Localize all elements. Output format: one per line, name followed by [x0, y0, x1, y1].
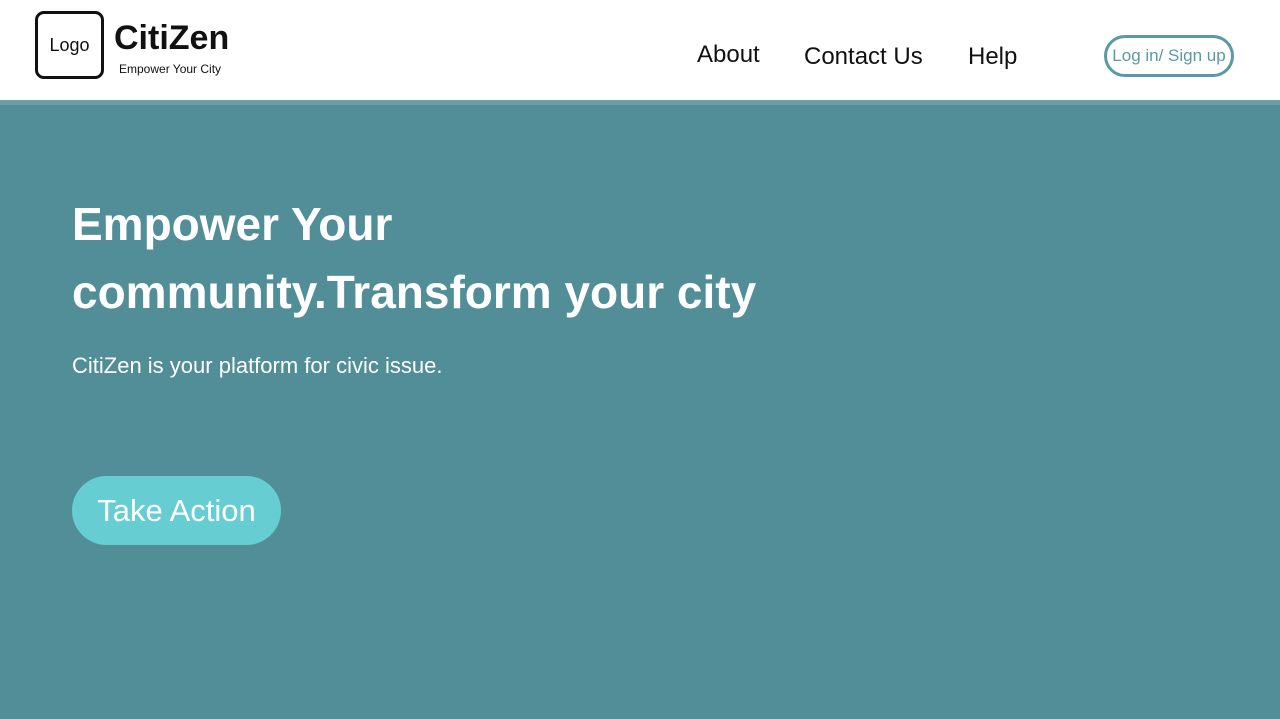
nav-link-contact-us[interactable]: Contact Us: [804, 43, 923, 71]
nav-link-about[interactable]: About: [697, 41, 760, 69]
hero-title-line-2: community.Transform your city: [72, 266, 757, 318]
take-action-button[interactable]: Take Action: [72, 476, 281, 545]
login-signup-label: Log in/ Sign up: [1112, 46, 1226, 65]
brand-name[interactable]: CitiZen: [114, 18, 229, 58]
hero-subtitle: CitiZen is your platform for civic issue…: [72, 353, 443, 378]
logo-placeholder-text: Logo: [49, 34, 90, 55]
nav-link-help[interactable]: Help: [968, 43, 1017, 71]
site-header: Logo CitiZen Empower Your City About Con…: [0, 0, 1280, 100]
header-divider: [0, 100, 1280, 105]
take-action-label: Take Action: [97, 492, 256, 528]
hero-title-line-1: Empower Your: [72, 198, 393, 250]
hero-title: Empower Your community.Transform your ci…: [72, 190, 872, 326]
login-signup-button[interactable]: Log in/ Sign up: [1104, 35, 1234, 77]
logo[interactable]: Logo: [35, 11, 104, 79]
brand-tagline: Empower Your City: [119, 62, 222, 76]
